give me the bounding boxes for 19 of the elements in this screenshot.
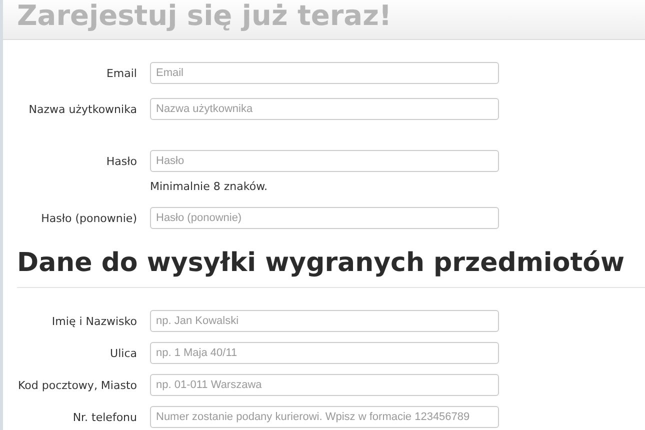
input-field[interactable]: Hasło (150, 150, 499, 172)
field-label: Kod pocztowy, Miasto (16, 378, 138, 392)
field-label: Nr. telefonu (72, 410, 138, 424)
field-label: Hasło (105, 154, 138, 168)
input-field[interactable]: np. Jan Kowalski (150, 310, 499, 332)
hint-text: Minimalnie 8 znaków. (150, 180, 269, 193)
input-field[interactable]: np. 01-011 Warszawa (150, 374, 499, 396)
field-label: Email (105, 66, 138, 80)
input-field[interactable]: Email (150, 62, 499, 84)
field-label: Imię i Nazwisko (50, 314, 138, 328)
input-field[interactable]: Numer zostanie podany kurierowi. Wpisz w formacie 123456789 (150, 406, 499, 428)
field-label: Hasło (ponownie) (40, 212, 138, 224)
field-label: Ulica (109, 346, 138, 360)
section-heading: Dane do wysyłki wygranych przedmiotów (17, 247, 626, 279)
input-field[interactable]: np. 1 Maja 40/11 (150, 342, 499, 364)
page-title: Zarejestuj się już teraz! (17, 0, 393, 34)
input-field[interactable]: Nazwa użytkownika (150, 98, 499, 120)
field-label: Nazwa użytkownika (28, 102, 138, 116)
input-field[interactable]: Hasło (ponownie) (150, 207, 499, 229)
